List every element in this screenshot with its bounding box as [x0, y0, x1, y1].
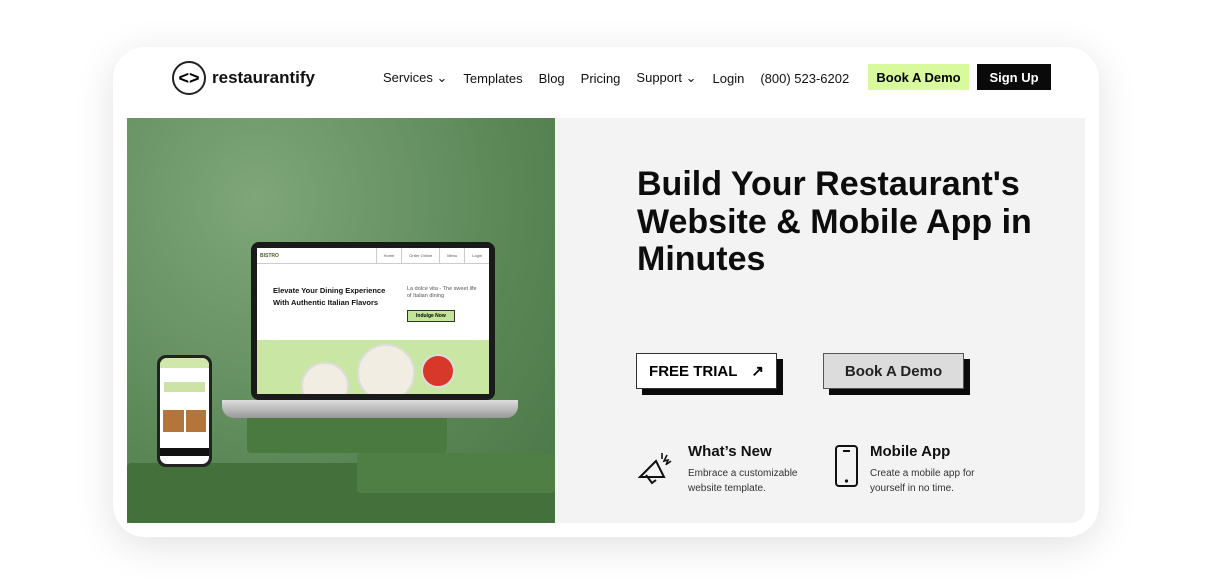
feature-desc: Create a mobile app for yourself in no t…: [870, 468, 975, 494]
chevron-down-icon: ⌄: [685, 70, 697, 85]
nav-login[interactable]: Login: [713, 71, 745, 86]
laptop-base: [222, 400, 518, 418]
hero-title: Build Your Restaurant's Website & Mobile…: [637, 165, 1032, 278]
chevron-down-icon: ⌄: [436, 70, 448, 85]
feature-mobile-app[interactable]: Mobile App Create a mobile app for yourse…: [834, 443, 1000, 496]
nav-pricing[interactable]: Pricing: [581, 71, 621, 86]
nav-label: Services: [383, 70, 433, 85]
nav-label: Support: [636, 70, 682, 85]
food-image: [257, 340, 489, 394]
free-trial-label: FREE TRIAL: [649, 362, 738, 380]
preview-cta: Indulge Now: [407, 310, 455, 322]
laptop-mockup: BISTRO Home Order Online Menu Login Elev…: [251, 242, 495, 400]
feature-title: What’s New: [688, 443, 772, 460]
book-demo-nav-button[interactable]: Book A Demo: [868, 64, 969, 90]
preview-nav: Login: [464, 248, 489, 263]
pedestal: [357, 453, 555, 493]
smartphone-icon: [835, 445, 858, 487]
logo-icon: <>: [172, 61, 206, 95]
phone-mockup: [157, 355, 212, 467]
arrow-up-right-icon: ↗: [751, 363, 764, 380]
book-demo-button[interactable]: Book A Demo: [823, 353, 964, 389]
nav-services[interactable]: Services ⌄: [383, 70, 447, 86]
nav-blog[interactable]: Blog: [539, 71, 565, 86]
feature-desc: Embrace a customizable website template.: [688, 468, 798, 494]
sign-up-button[interactable]: Sign Up: [977, 64, 1051, 90]
preview-nav: Home: [375, 248, 402, 263]
preview-nav: Order Online: [401, 248, 439, 263]
megaphone-icon: [637, 453, 672, 485]
nav-support[interactable]: Support ⌄: [636, 70, 696, 86]
preview-subtext: La dolce vita - The sweet life of Italia…: [407, 286, 477, 299]
brand-logo[interactable]: <> restaurantify: [172, 61, 315, 95]
main-nav: Services ⌄ Templates Blog Pricing Suppor…: [383, 70, 849, 86]
nav-phone[interactable]: (800) 523-6202: [760, 71, 849, 86]
free-trial-button[interactable]: FREE TRIAL ↗: [636, 353, 777, 389]
feature-title: Mobile App: [870, 443, 951, 460]
brand-name: restaurantify: [212, 68, 315, 87]
preview-nav: Menu: [439, 248, 464, 263]
preview-headline: Elevate Your Dining Experience With Auth…: [273, 286, 386, 307]
feature-whats-new[interactable]: What’s New Embrace a customizable website…: [636, 443, 818, 496]
preview-logo: BISTRO: [260, 252, 279, 259]
nav-templates[interactable]: Templates: [463, 71, 522, 86]
